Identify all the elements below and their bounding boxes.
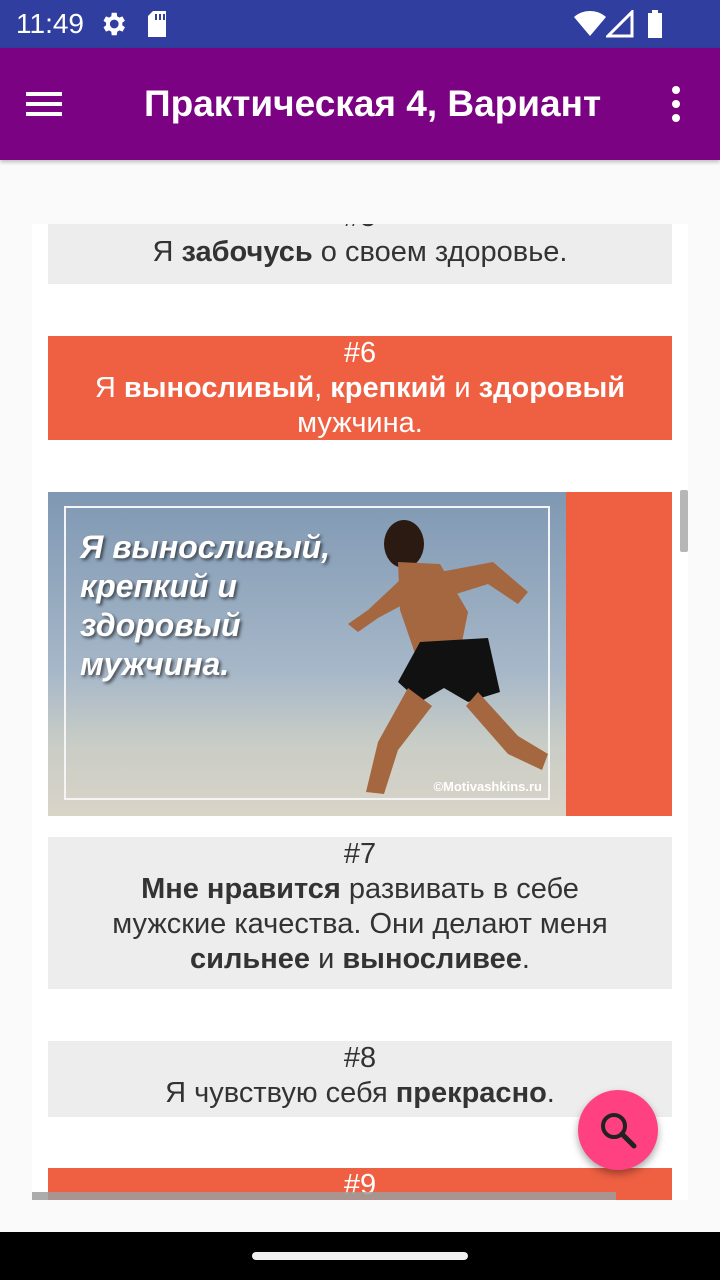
photo-caption: Я выносливый, крепкий и здоровый мужчина… (80, 528, 340, 684)
battery-icon (646, 8, 664, 40)
status-time: 11:49 (16, 8, 84, 39)
affirmation-text: Мне нравится развивать в себе мужские ка… (52, 872, 668, 977)
home-gesture-bar[interactable] (252, 1252, 468, 1260)
signal-icon (606, 8, 634, 40)
more-vert-icon (672, 86, 680, 122)
photo-caption-line: мужчина. (80, 646, 230, 682)
affirmation-bold-text: выносливый (123, 372, 315, 404)
hamburger-icon (26, 92, 62, 116)
affirmation-plain-text: Я (94, 372, 124, 404)
affirmation-card-6: #6 Я выносливый, крепкий и здоровый мужч… (48, 336, 672, 440)
status-bar: 11:49 (0, 0, 720, 48)
sd-card-icon (146, 8, 168, 40)
affirmation-plain-text: и (446, 372, 479, 404)
affirmation-number: #8 (343, 1042, 377, 1074)
affirmation-bold-text: прекрасно (395, 1077, 547, 1109)
affirmation-bold-text: крепкий (330, 372, 447, 404)
search-icon (601, 1113, 637, 1149)
photo-caption-line: Я выносливый, (80, 529, 331, 565)
affirmation-list[interactable]: #5 Я забочусь о своем здоровье. #6 Я вын… (32, 224, 688, 1200)
affirmation-card-5: #5 Я забочусь о своем здоровье. (48, 224, 672, 284)
app-bar: Практическая 4, Вариант (0, 48, 720, 160)
affirmation-image-card: Я выносливый, крепкий и здоровый мужчина… (48, 492, 672, 816)
horizontal-scrollbar[interactable] (32, 1192, 616, 1200)
affirmation-number: #5 (52, 224, 668, 235)
affirmation-plain-text: о своем здоровье. (312, 236, 568, 268)
overflow-menu-button[interactable] (652, 76, 700, 132)
wifi-icon (574, 8, 606, 40)
vertical-scrollbar[interactable] (680, 490, 688, 552)
settings-icon (98, 8, 128, 40)
affirmation-bold-text: сильнее (190, 943, 311, 975)
affirmation-card-7: #7 Мне нравится развивать в себе мужские… (48, 837, 672, 989)
affirmation-bold-text: Мне нравится (141, 873, 341, 905)
affirmation-photo: Я выносливый, крепкий и здоровый мужчина… (48, 492, 566, 816)
affirmation-bold-text: здоровый (478, 372, 626, 404)
affirmation-plain-text: . (546, 1077, 555, 1109)
affirmation-number: #6 (343, 337, 377, 369)
app-title: Практическая 4, Вариант (144, 83, 602, 124)
affirmation-card-8: #8 Я чувствую себя прекрасно. (48, 1041, 672, 1117)
menu-button[interactable] (24, 76, 88, 132)
affirmation-number: #7 (343, 838, 377, 870)
photo-watermark: ©Motivashkins.ru (433, 779, 542, 794)
affirmation-text: Я выносливый, крепкий и здоровый мужчина… (52, 371, 668, 441)
affirmation-plain-text: . (521, 943, 530, 975)
photo-caption-line: здоровый (80, 607, 241, 643)
affirmation-plain-text: Я (152, 236, 182, 268)
affirmation-text: Я забочусь о своем здоровье. (52, 235, 668, 270)
affirmation-bold-text: выносливее (342, 943, 522, 975)
affirmation-bold-text: забочусь (181, 236, 313, 268)
affirmation-plain-text: мужчина. (297, 407, 423, 439)
affirmation-text: Я чувствую себя прекрасно. (52, 1076, 668, 1111)
search-fab[interactable] (578, 1090, 658, 1170)
affirmation-plain-text: , (314, 372, 331, 404)
affirmation-plain-text: и (310, 943, 343, 975)
photo-caption-line: крепкий и (80, 568, 237, 604)
navigation-bar (0, 1232, 720, 1280)
affirmation-plain-text: Я чувствую себя (165, 1077, 396, 1109)
